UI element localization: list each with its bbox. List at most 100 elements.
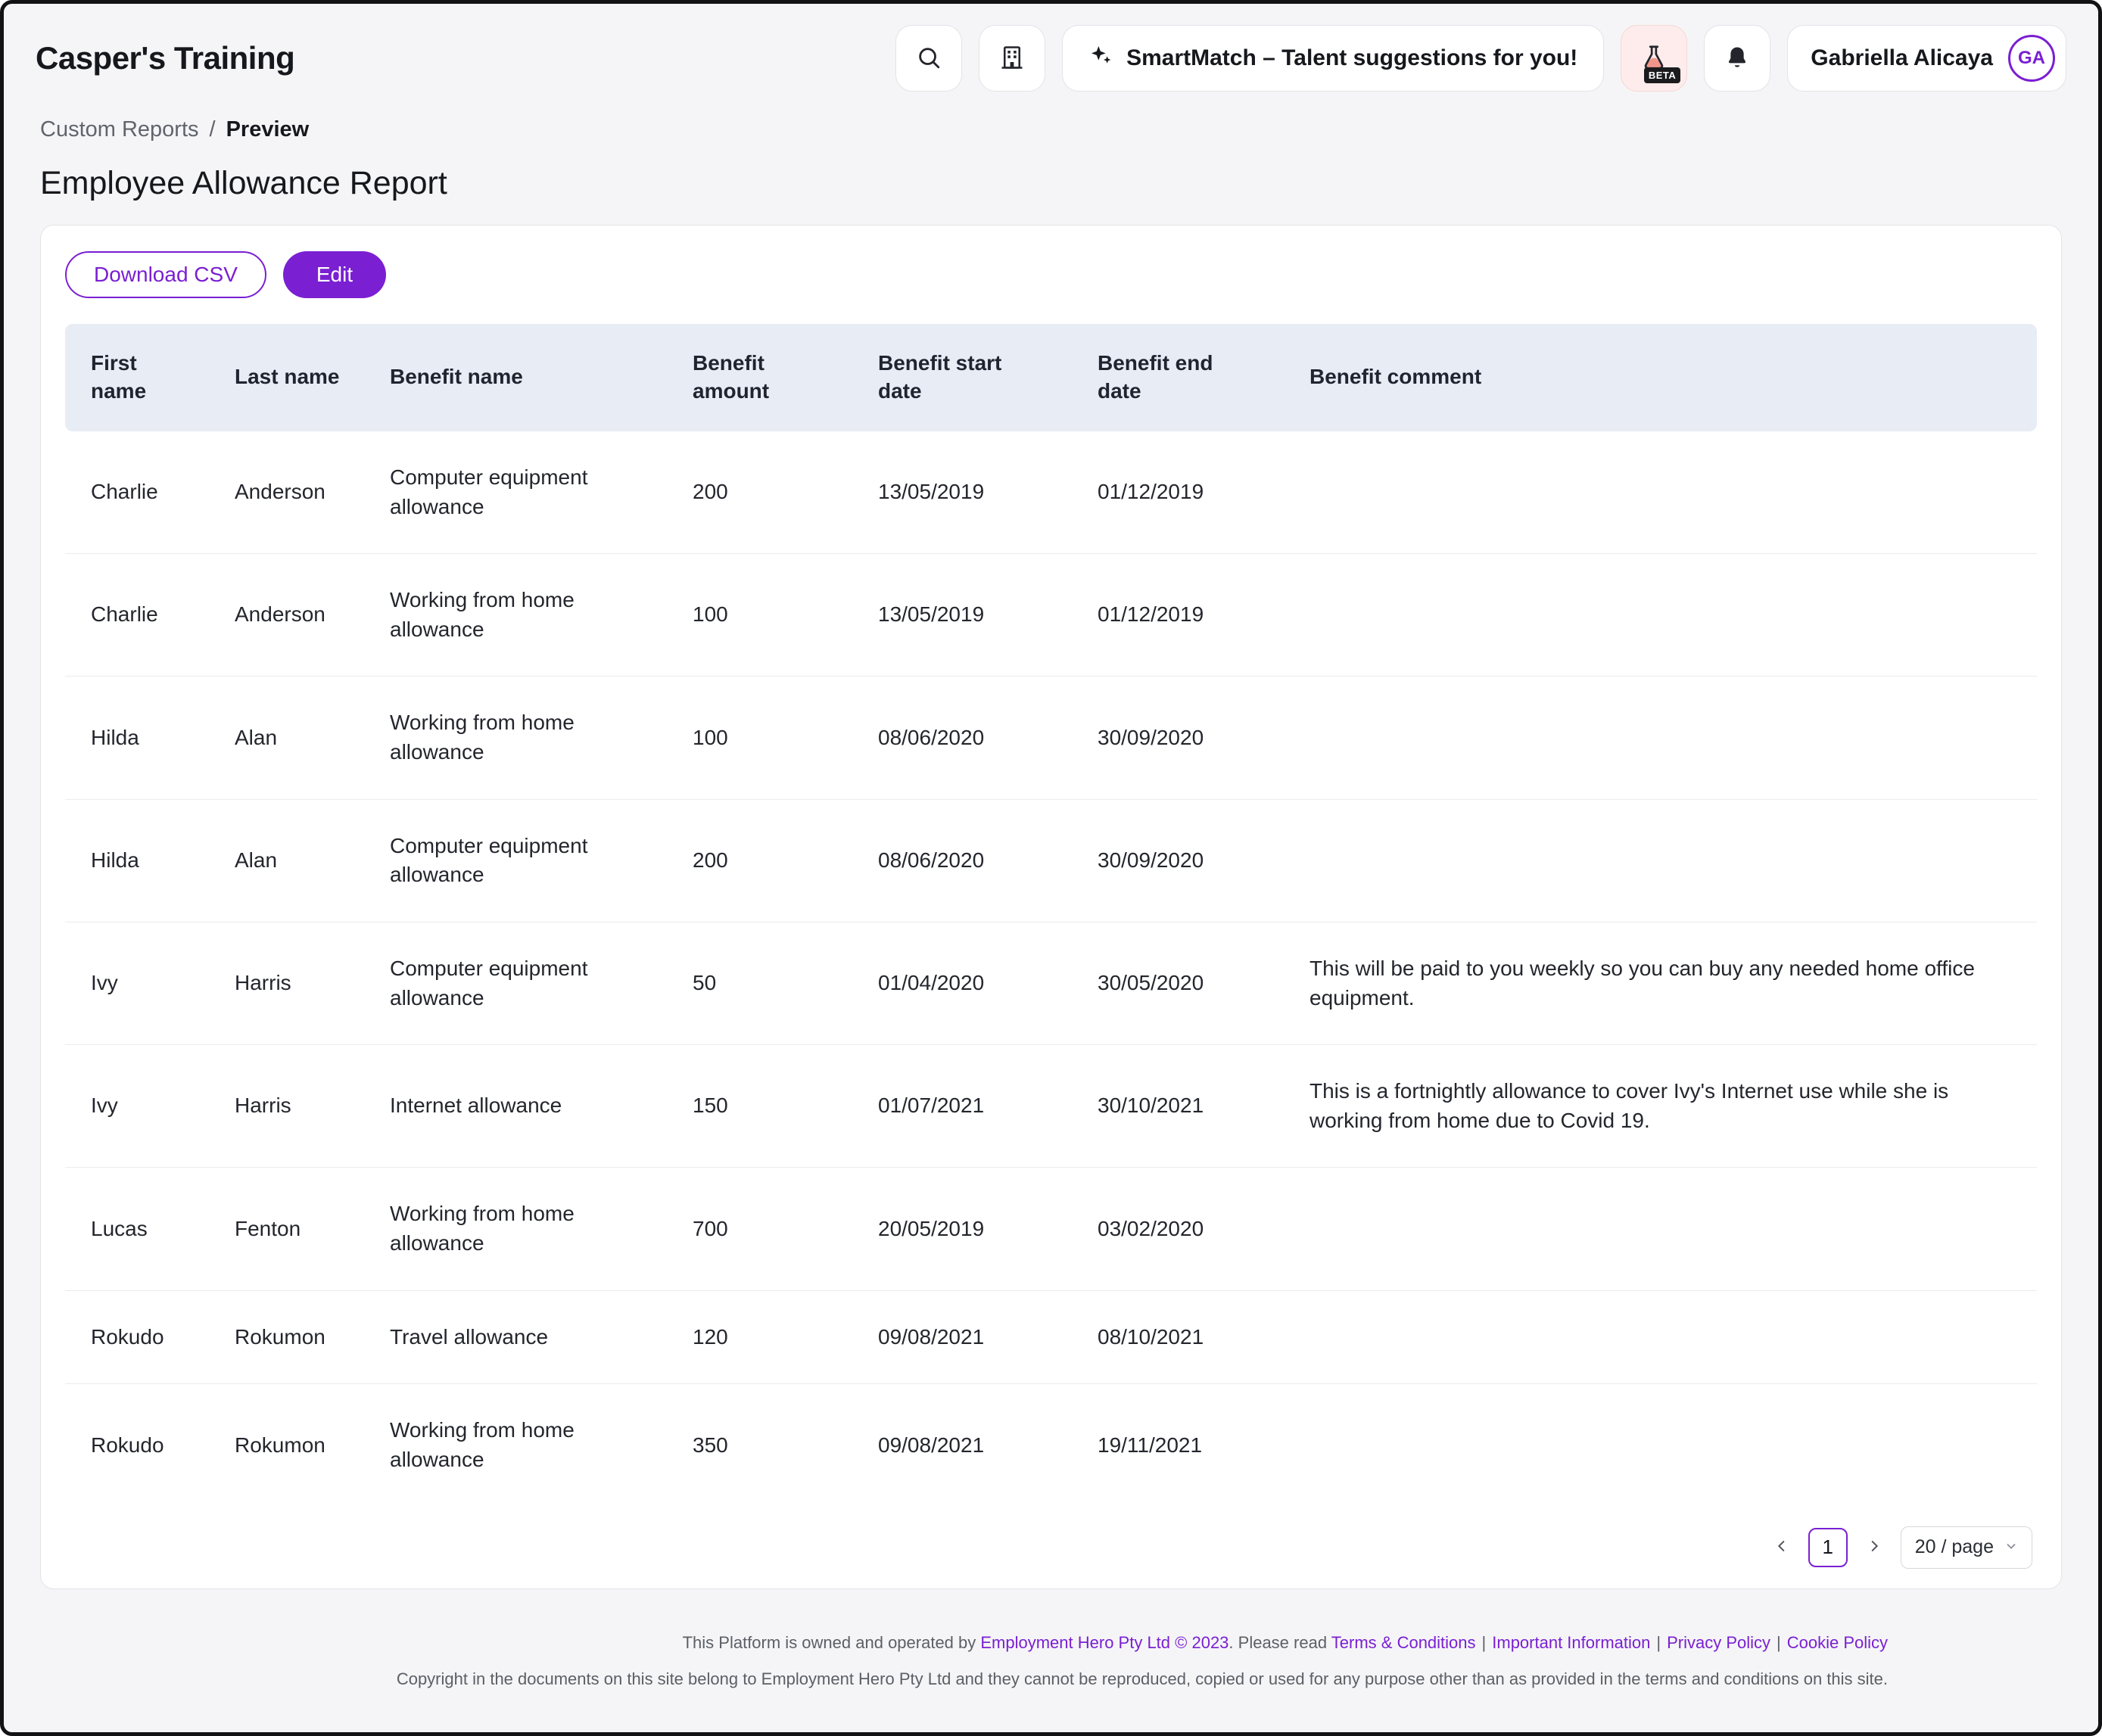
important-information-link[interactable]: Important Information <box>1492 1633 1650 1652</box>
cell-benefit-start-date: 09/08/2021 <box>860 1291 1079 1385</box>
cell-benefit-end-date: 19/11/2021 <box>1079 1384 1291 1506</box>
company-name: Casper's Training <box>36 40 294 76</box>
cell-first-name: Lucas <box>65 1168 216 1290</box>
cell-last-name: Alan <box>216 800 372 922</box>
page-size-select[interactable]: 20 / page <box>1901 1526 2032 1569</box>
column-header-benefit-end-date: Benefit end date <box>1079 324 1291 431</box>
cell-benefit-end-date: 08/10/2021 <box>1079 1291 1291 1385</box>
cell-benefit-comment <box>1291 554 2037 677</box>
footer-text: . Please read <box>1229 1633 1331 1652</box>
cell-benefit-end-date: 30/09/2020 <box>1079 677 1291 799</box>
cell-benefit-end-date: 01/12/2019 <box>1079 431 1291 554</box>
breadcrumb: Custom Reports / Preview <box>40 117 2062 142</box>
download-csv-button[interactable]: Download CSV <box>65 251 266 298</box>
table-row: Rokudo Rokumon Working from home allowan… <box>65 1384 2037 1506</box>
column-header-benefit-comment: Benefit comment <box>1291 324 2037 431</box>
column-header-last-name: Last name <box>216 324 372 431</box>
cell-benefit-name: Working from home allowance <box>372 1168 674 1290</box>
pagination: 1 20 / page <box>65 1526 2037 1569</box>
cell-benefit-name: Internet allowance <box>372 1045 674 1168</box>
breadcrumb-custom-reports[interactable]: Custom Reports <box>40 117 199 142</box>
cell-last-name: Anderson <box>216 554 372 677</box>
terms-conditions-link[interactable]: Terms & Conditions <box>1331 1633 1476 1652</box>
notifications-button[interactable] <box>1704 25 1770 92</box>
cell-benefit-comment: This is a fortnightly allowance to cover… <box>1291 1045 2037 1168</box>
cell-last-name: Harris <box>216 922 372 1045</box>
cell-benefit-comment <box>1291 800 2037 922</box>
cell-benefit-comment <box>1291 1291 2037 1385</box>
cell-benefit-start-date: 20/05/2019 <box>860 1168 1079 1290</box>
cell-benefit-name: Working from home allowance <box>372 677 674 799</box>
cell-benefit-end-date: 30/10/2021 <box>1079 1045 1291 1168</box>
organisation-button[interactable] <box>979 25 1045 92</box>
cell-benefit-start-date: 01/04/2020 <box>860 922 1079 1045</box>
user-name: Gabriella Alicaya <box>1811 45 1993 71</box>
cell-last-name: Anderson <box>216 431 372 554</box>
labs-beta-button[interactable]: BETA <box>1621 25 1687 92</box>
main-content: Custom Reports / Preview Employee Allowa… <box>4 107 2098 1732</box>
edit-button[interactable]: Edit <box>283 251 386 298</box>
beta-badge: BETA <box>1644 67 1680 83</box>
building-icon <box>998 44 1026 73</box>
cell-benefit-name: Computer equipment allowance <box>372 431 674 554</box>
bell-icon <box>1724 45 1750 73</box>
cell-benefit-comment <box>1291 1168 2037 1290</box>
page-1-button[interactable]: 1 <box>1808 1528 1848 1567</box>
sparkle-icon <box>1088 43 1113 73</box>
page-footer: This Platform is owned and operated by E… <box>76 1630 1888 1692</box>
table-row: Charlie Anderson Computer equipment allo… <box>65 431 2037 554</box>
search-icon <box>916 45 942 73</box>
cell-benefit-start-date: 01/07/2021 <box>860 1045 1079 1168</box>
avatar: GA <box>2008 35 2055 82</box>
smartmatch-button[interactable]: SmartMatch – Talent suggestions for you! <box>1062 25 1604 92</box>
user-menu-button[interactable]: Gabriella Alicaya GA <box>1787 25 2066 92</box>
cell-benefit-comment <box>1291 1384 2037 1506</box>
top-bar: Casper's Training <box>4 4 2098 107</box>
cell-benefit-name: Travel allowance <box>372 1291 674 1385</box>
footer-line1: This Platform is owned and operated by E… <box>76 1630 1888 1656</box>
cell-first-name: Hilda <box>65 800 216 922</box>
report-card: Download CSV Edit First name Last name B… <box>40 225 2062 1589</box>
footer-line2: Copyright in the documents on this site … <box>76 1666 1888 1692</box>
cell-benefit-name: Working from home allowance <box>372 554 674 677</box>
table-row: Lucas Fenton Working from home allowance… <box>65 1168 2037 1290</box>
next-page-button[interactable] <box>1861 1533 1887 1561</box>
cell-first-name: Charlie <box>65 431 216 554</box>
page-size-value: 20 / page <box>1915 1536 1994 1558</box>
table-row: Hilda Alan Computer equipment allowance … <box>65 800 2037 922</box>
search-button[interactable] <box>895 25 962 92</box>
cell-benefit-name: Working from home allowance <box>372 1384 674 1506</box>
cell-last-name: Rokumon <box>216 1291 372 1385</box>
cell-benefit-comment: This will be paid to you weekly so you c… <box>1291 922 2037 1045</box>
cell-benefit-start-date: 13/05/2019 <box>860 554 1079 677</box>
cell-benefit-start-date: 08/06/2020 <box>860 677 1079 799</box>
report-table: First name Last name Benefit name Benefi… <box>65 324 2037 1507</box>
chevron-right-icon <box>1866 1538 1882 1557</box>
cell-benefit-comment <box>1291 677 2037 799</box>
cell-benefit-amount: 120 <box>674 1291 860 1385</box>
cell-benefit-amount: 100 <box>674 677 860 799</box>
footer-separator: | <box>1777 1633 1781 1652</box>
prev-page-button[interactable] <box>1769 1533 1795 1561</box>
cell-first-name: Rokudo <box>65 1384 216 1506</box>
privacy-policy-link[interactable]: Privacy Policy <box>1667 1633 1770 1652</box>
cell-benefit-amount: 200 <box>674 431 860 554</box>
cell-last-name: Fenton <box>216 1168 372 1290</box>
cell-benefit-amount: 700 <box>674 1168 860 1290</box>
smartmatch-label: SmartMatch – Talent suggestions for you! <box>1126 45 1577 71</box>
footer-separator: | <box>1656 1633 1661 1652</box>
cell-benefit-name: Computer equipment allowance <box>372 922 674 1045</box>
cell-benefit-end-date: 30/05/2020 <box>1079 922 1291 1045</box>
table-row: Charlie Anderson Working from home allow… <box>65 554 2037 677</box>
column-header-benefit-name: Benefit name <box>372 324 674 431</box>
cell-last-name: Harris <box>216 1045 372 1168</box>
cell-last-name: Rokumon <box>216 1384 372 1506</box>
employment-hero-link[interactable]: Employment Hero Pty Ltd © 2023 <box>980 1633 1229 1652</box>
cell-benefit-amount: 150 <box>674 1045 860 1168</box>
table-row: Rokudo Rokumon Travel allowance 120 09/0… <box>65 1291 2037 1385</box>
table-row: Ivy Harris Computer equipment allowance … <box>65 922 2037 1045</box>
cell-first-name: Charlie <box>65 554 216 677</box>
cookie-policy-link[interactable]: Cookie Policy <box>1787 1633 1888 1652</box>
cell-benefit-amount: 200 <box>674 800 860 922</box>
column-header-benefit-start-date: Benefit start date <box>860 324 1079 431</box>
